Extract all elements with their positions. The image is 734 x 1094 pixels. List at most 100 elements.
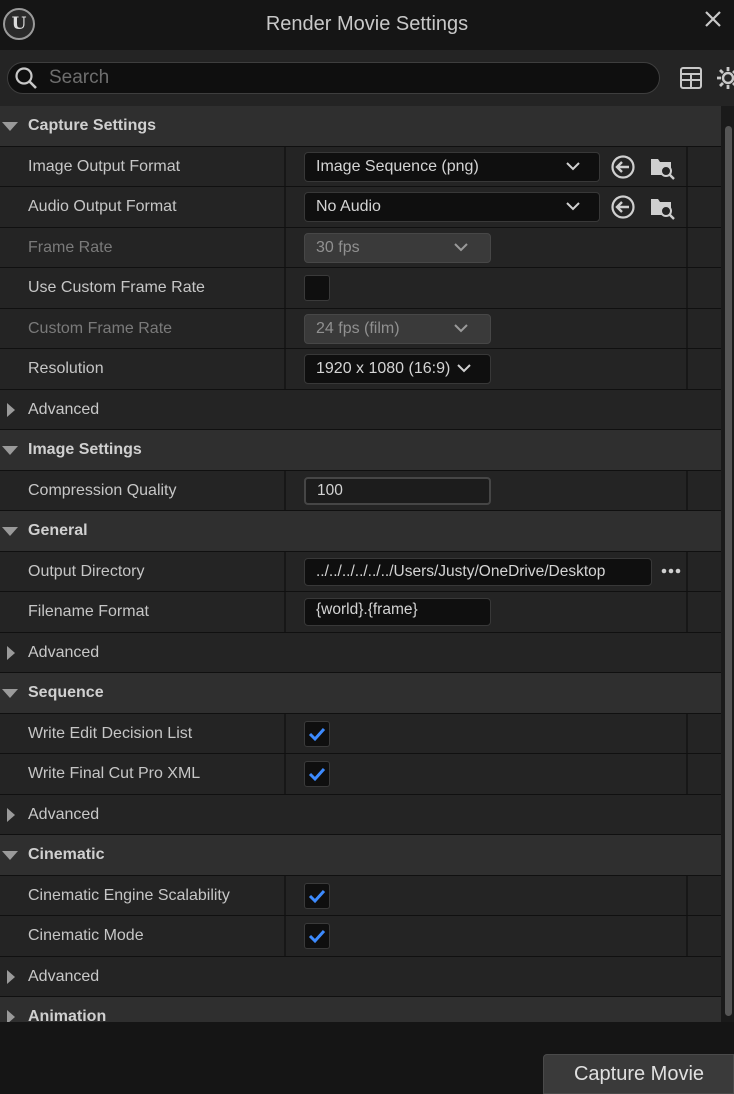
more-options-icon[interactable] (660, 566, 682, 576)
search-placeholder: Search (49, 67, 110, 88)
compression-quality-input[interactable]: 100 (304, 476, 491, 505)
advanced-expander-sequence[interactable]: Advanced (0, 794, 721, 835)
dropdown-value: 24 fps (film) (316, 319, 400, 337)
advanced-expander-cinematic[interactable]: Advanced (0, 956, 721, 997)
chevron-down-icon (566, 202, 580, 211)
property-label: Custom Frame Rate (28, 319, 173, 337)
property-label: Write Final Cut Pro XML (28, 765, 201, 782)
category-title: Sequence (28, 684, 104, 701)
capture-movie-button[interactable]: Capture Movie (543, 1054, 734, 1094)
chevron-down-icon (454, 242, 468, 251)
property-label: Filename Format (28, 603, 149, 620)
property-label: Output Directory (28, 562, 145, 580)
close-icon[interactable] (700, 6, 726, 32)
expand-arrow-icon[interactable] (7, 969, 15, 984)
category-title: Animation (28, 1008, 107, 1022)
property-cinematic-mode: Cinematic Mode (0, 916, 721, 957)
browse-folder-icon[interactable] (648, 193, 676, 221)
output-directory-input[interactable]: ../../../../../../Users/Justy/OneDrive/D… (304, 557, 652, 586)
input-value: {world}.{frame} (316, 601, 418, 618)
title-bar: U Render Movie Settings (0, 0, 734, 50)
input-value: ../../../../../../Users/Justy/OneDrive/D… (316, 562, 606, 580)
frame-rate-dropdown[interactable]: 30 fps (304, 232, 491, 263)
property-output-directory: Output Directory ../../../../../../Users… (0, 551, 721, 592)
category-cinematic[interactable]: Cinematic (0, 835, 721, 876)
details-panel: Capture Settings Image Output Format Ima… (0, 106, 721, 1022)
write-edl-checkbox[interactable] (304, 720, 330, 747)
expand-arrow-icon[interactable] (7, 402, 15, 417)
browse-folder-icon[interactable] (648, 153, 676, 181)
property-label: Write Edit Decision List (28, 724, 193, 742)
category-general[interactable]: General (0, 511, 721, 552)
advanced-label: Advanced (28, 967, 100, 985)
property-frame-rate: Frame Rate 30 fps (0, 227, 721, 268)
expand-arrow-icon[interactable] (7, 1010, 15, 1022)
collapse-arrow-icon[interactable] (2, 446, 18, 455)
cinematic-engine-scalability-checkbox[interactable] (304, 882, 330, 909)
checkmark-icon (308, 767, 326, 782)
input-value: 100 (317, 481, 343, 499)
expand-arrow-icon[interactable] (7, 807, 15, 822)
search-input[interactable]: Search (7, 62, 660, 94)
audio-output-format-dropdown[interactable]: No Audio (304, 192, 600, 222)
collapse-arrow-icon[interactable] (2, 689, 18, 698)
category-title: Cinematic (28, 846, 105, 863)
category-image-settings[interactable]: Image Settings (0, 430, 721, 471)
dropdown-value: Image Sequence (png) (316, 157, 479, 175)
property-compression-quality: Compression Quality 100 (0, 470, 721, 511)
dropdown-value: No Audio (316, 198, 381, 215)
collapse-arrow-icon[interactable] (2, 122, 18, 131)
advanced-label: Advanced (28, 400, 100, 418)
property-resolution: Resolution 1920 x 1080 (16:9) (0, 349, 721, 390)
checkmark-icon (308, 727, 326, 741)
property-label: Cinematic Mode (28, 927, 144, 944)
category-animation[interactable]: Animation (0, 997, 721, 1022)
property-label: Resolution (28, 360, 104, 377)
category-capture-settings[interactable]: Capture Settings (0, 106, 721, 147)
category-sequence[interactable]: Sequence (0, 673, 721, 714)
property-image-output-format: Image Output Format Image Sequence (png) (0, 146, 721, 187)
property-write-edl: Write Edit Decision List (0, 713, 721, 754)
chevron-down-icon (454, 323, 468, 332)
scrollbar-thumb[interactable] (725, 126, 732, 1016)
category-title: Capture Settings (28, 117, 157, 134)
custom-frame-rate-dropdown[interactable]: 24 fps (film) (304, 313, 491, 344)
image-output-format-dropdown[interactable]: Image Sequence (png) (304, 151, 600, 182)
collapse-arrow-icon[interactable] (2, 527, 18, 536)
property-label: Compression Quality (28, 481, 177, 499)
checkmark-icon (308, 929, 326, 944)
chevron-down-icon (457, 364, 471, 373)
property-label: Frame Rate (28, 238, 113, 256)
vertical-scrollbar[interactable] (721, 106, 734, 1022)
dropdown-value: 1920 x 1080 (16:9) (316, 360, 451, 377)
table-view-icon[interactable] (679, 66, 703, 90)
property-label: Cinematic Engine Scalability (28, 886, 230, 904)
expand-arrow-icon[interactable] (7, 645, 15, 660)
property-filename-format: Filename Format {world}.{frame} (0, 592, 721, 633)
footer: Capture Movie (0, 1022, 734, 1094)
capture-movie-label: Capture Movie (573, 1063, 705, 1085)
dropdown-value: 30 fps (316, 238, 360, 256)
chevron-down-icon (566, 161, 580, 170)
use-custom-frame-rate-checkbox[interactable] (304, 275, 330, 301)
advanced-expander-capture[interactable]: Advanced (0, 389, 721, 430)
advanced-expander-general[interactable]: Advanced (0, 632, 721, 673)
search-icon (15, 67, 37, 89)
property-use-custom-frame-rate: Use Custom Frame Rate (0, 268, 721, 309)
property-label: Use Custom Frame Rate (28, 279, 205, 296)
settings-gear-icon[interactable] (714, 64, 734, 92)
resolution-dropdown[interactable]: 1920 x 1080 (16:9) (304, 354, 491, 384)
reset-to-default-icon[interactable] (609, 193, 637, 221)
property-label: Image Output Format (28, 157, 181, 175)
property-write-fcp-xml: Write Final Cut Pro XML (0, 754, 721, 795)
advanced-label: Advanced (28, 805, 100, 823)
category-title: Image Settings (28, 441, 142, 458)
category-title: General (28, 522, 88, 539)
filename-format-input[interactable]: {world}.{frame} (304, 598, 491, 626)
write-fcp-xml-checkbox[interactable] (304, 761, 330, 787)
checkmark-icon (308, 889, 326, 903)
reset-to-default-icon[interactable] (609, 153, 637, 181)
cinematic-mode-checkbox[interactable] (304, 923, 330, 949)
collapse-arrow-icon[interactable] (2, 851, 18, 860)
property-audio-output-format: Audio Output Format No Audio (0, 187, 721, 228)
